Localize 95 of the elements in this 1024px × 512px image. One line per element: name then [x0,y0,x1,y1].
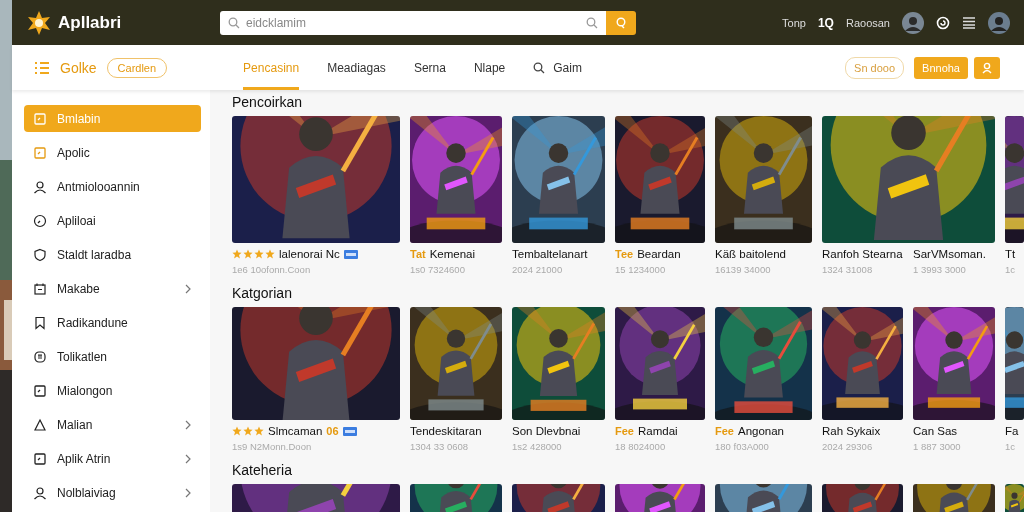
app-tag: Fee [715,425,734,437]
search-icon [615,16,627,29]
app-tag: Tee [615,248,634,260]
app-tag: Tat [410,248,426,260]
chevron-icon [184,453,192,464]
star-icon [243,426,253,436]
star-icon [232,249,242,259]
app-name: Can Sas [913,425,958,437]
app-subtitle: 1324 31008 [822,264,874,275]
menu-item-icon [33,485,47,500]
app-subtitle: 1s0 7324600 [410,264,466,275]
app-subtitle: 180 f03A000 [715,441,770,452]
star-icon [254,426,264,436]
app-subtitle: 1s2 428000 [512,441,563,452]
app-name: Apllabri [58,12,123,33]
app-name: Tembaltelanart [512,248,588,260]
app-subtitle: 1c [1005,264,1017,275]
toolbar-title: Golke [60,59,97,76]
tab[interactable]: Serna [413,45,446,90]
app-subtitle: 1e6 10ofonn.Coon [232,264,312,275]
list-icon[interactable] [962,16,976,29]
app-subtitle: 1304 33 0608 [410,441,470,452]
app-name: SarVMsoman. [913,248,986,260]
menu-item-icon [33,383,47,398]
avatar-icon[interactable] [902,11,924,34]
header-link[interactable]: 1Q [817,15,834,30]
logo-icon [26,9,52,36]
chevron-icon [184,283,192,294]
menu-item-icon [33,315,47,330]
app-name: Fa [1005,425,1019,437]
app-subtitle: 1 3993 3000 [913,264,967,275]
star-icon [243,249,253,259]
app-tag: 06 [326,425,339,437]
section-title: Kateheria [232,462,293,478]
search-button[interactable] [606,10,636,35]
app-subtitle: 2024 29306 [822,441,874,452]
app-subtitle: 2024 21000 [512,264,564,275]
app-name: Son Dlevbnai [512,425,581,437]
app-subtitle: 1s9 N2Monn.Doon [232,441,313,452]
search-icon [533,61,546,74]
star-icon [254,249,264,259]
app-name: Tt [1005,248,1016,260]
app-name: Käß baitolend [715,248,786,260]
user-icon [981,61,993,74]
star-icon [265,249,275,259]
chevron-icon [184,487,192,498]
search-icon [228,16,240,29]
tab[interactable]: Meadiagas [327,45,386,90]
app-subtitle: 18 8024000 [615,441,667,452]
menu-item-icon [33,417,47,432]
sidebar-item[interactable]: Makabe [24,275,201,302]
app-name: Angonan [737,425,784,437]
menu-item-icon [33,213,47,228]
menu-item-icon [33,111,47,126]
sidebar-item[interactable]: Aplik Atrin [24,445,201,472]
app-name: Slmcaman [268,425,323,437]
chevron-icon [184,419,192,430]
menu-item-icon [33,145,47,160]
app-subtitle: 1c [1005,441,1017,452]
app-name: Ramdai [637,425,678,437]
avatar-icon[interactable] [988,11,1010,34]
app-subtitle: 16139 34000 [715,264,772,275]
star-icon [232,426,242,436]
menu-item-icon [33,451,47,466]
header-link[interactable]: Tonp [782,16,806,29]
app-name: Kemenai [429,248,476,260]
sidebar-item[interactable]: Antmiolooannin [24,173,201,200]
app-subtitle: 1 887 3000 [913,441,962,452]
app-subtitle: 15 1234000 [615,264,667,275]
sidebar-item[interactable]: Malian [24,411,201,438]
sidebar-item[interactable]: Tolikatlen [24,343,201,370]
header-link[interactable]: Raoosan [845,16,890,29]
sidebar-item[interactable]: Nolblaiviag [24,479,201,506]
section-title: Pencoirkan [232,94,304,110]
sidebar-item[interactable]: Apliloai [24,207,201,234]
menu-item-icon [33,281,47,296]
sidebar-item[interactable]: Apolic [24,139,201,166]
section-title: Katgorian [232,285,293,301]
app-name: Rah Sykaix [822,425,881,437]
app-name: Ranfoh Stearna [822,248,903,260]
app-name: Beardan [637,248,681,260]
tab[interactable]: Gaim [533,45,582,90]
sidebar-item[interactable]: Mialongon [24,377,201,404]
sidebar-item[interactable]: Radikandune [24,309,201,336]
menu-item-icon [33,349,47,364]
tab[interactable]: Nlape [473,45,506,90]
sidebar-item[interactable]: Staldt laradba [24,241,201,268]
menu-item-icon [33,179,47,194]
app-name: lalenorai Nc [279,248,340,260]
app-name: Tendeskitaran [410,425,482,437]
app-tag: Fee [615,425,634,437]
menu-item-icon [33,247,47,262]
search-icon [586,16,598,29]
refresh-icon[interactable] [936,15,950,30]
search-field[interactable]: eidcklamim [220,10,606,35]
